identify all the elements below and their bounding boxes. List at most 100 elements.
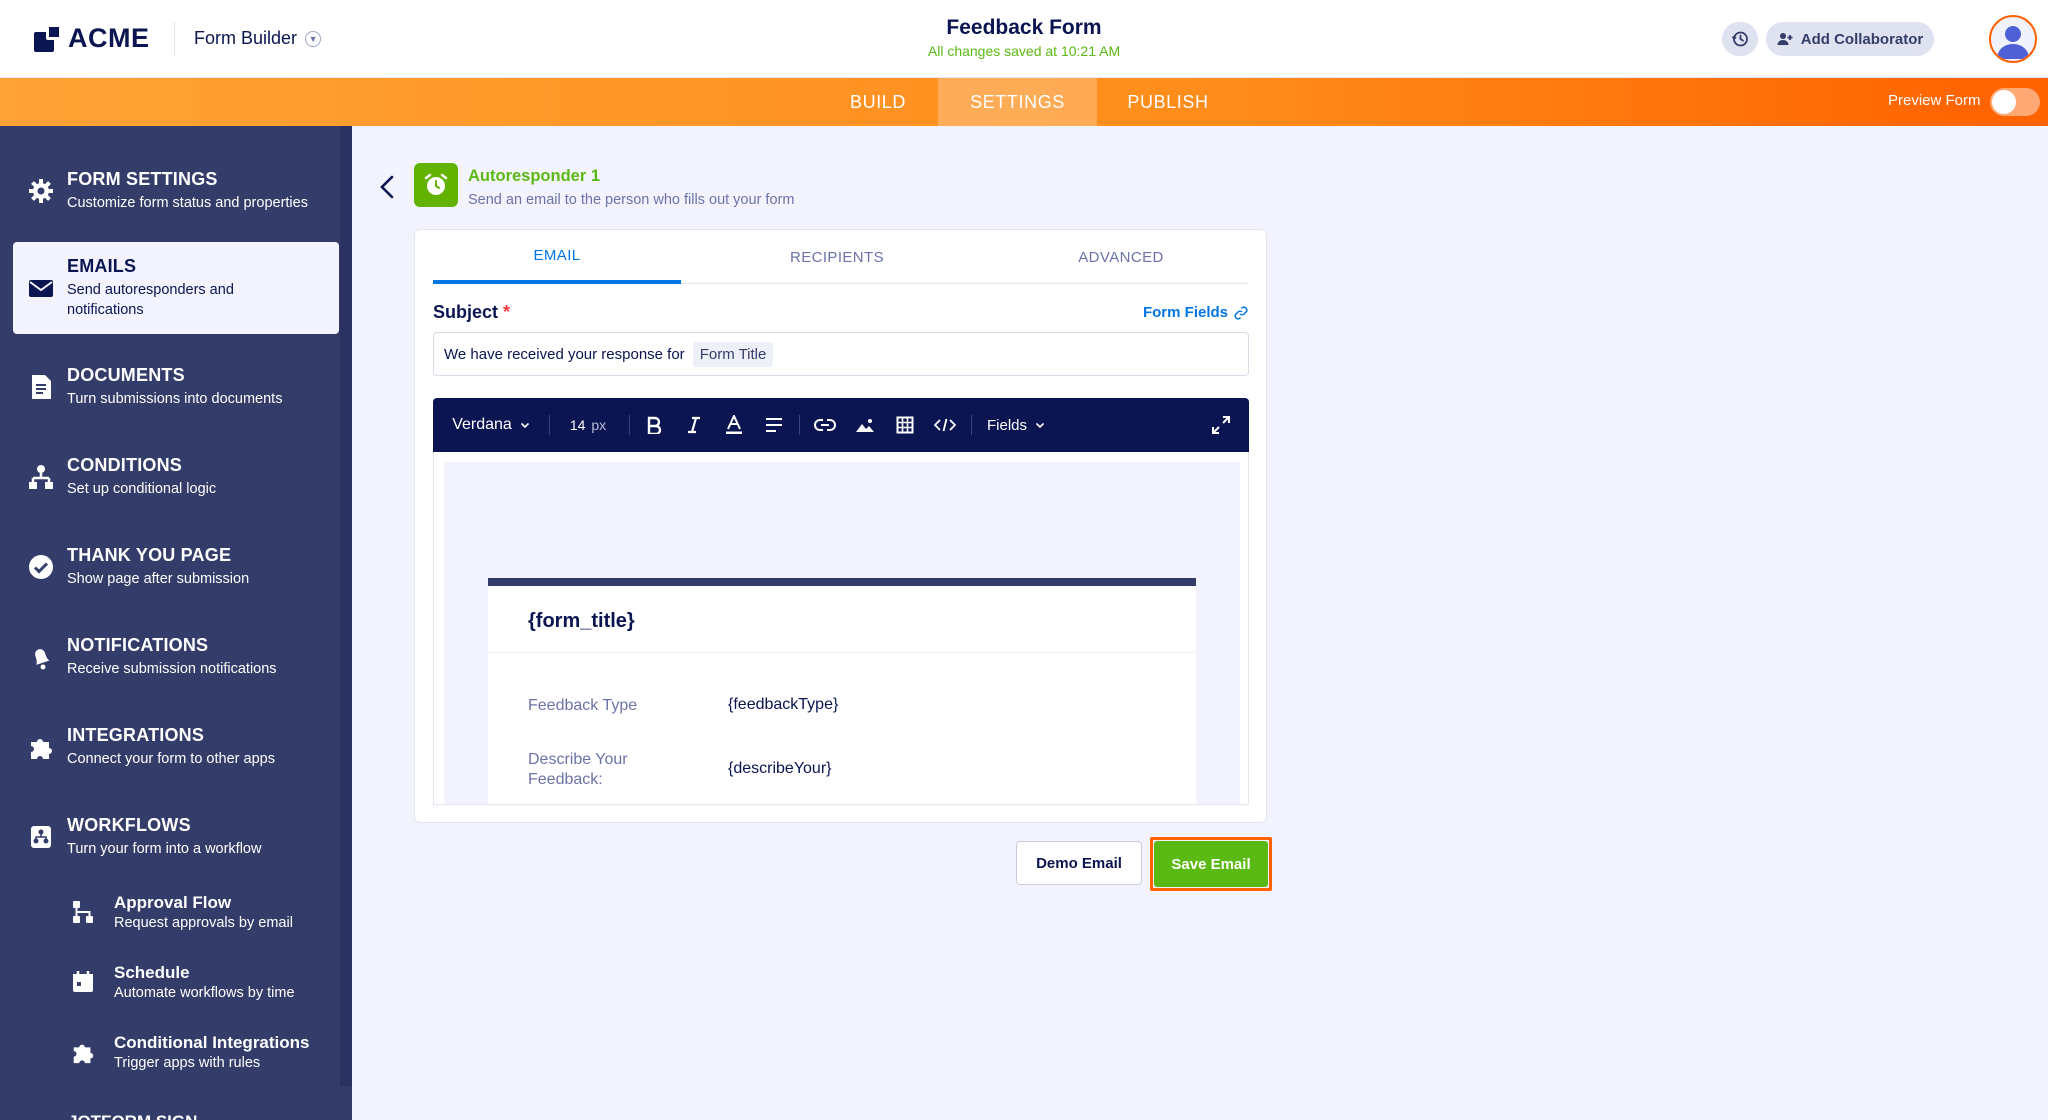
- toolbar-divider: [629, 415, 630, 435]
- font-family-select[interactable]: Verdana: [443, 398, 539, 452]
- source-code-button[interactable]: [929, 398, 961, 452]
- gear-icon: [29, 179, 53, 203]
- toolbar-divider: [799, 415, 800, 435]
- tab-advanced[interactable]: ADVANCED: [997, 230, 1245, 284]
- email-preview-canvas: {form_title} Feedback Type {feedbackType…: [444, 462, 1240, 804]
- builder-nav: BUILD SETTINGS PUBLISH Preview Form: [0, 78, 2048, 126]
- align-button[interactable]: [759, 398, 789, 452]
- product-switcher[interactable]: Form Builder ▼: [194, 28, 322, 49]
- chevron-left-icon: [380, 175, 394, 199]
- tab-recipients[interactable]: RECIPIENTS: [713, 230, 961, 284]
- form-fields-link[interactable]: Form Fields: [1143, 304, 1248, 321]
- sidebar-item-desc: Send autoresponders and notifications: [67, 282, 234, 318]
- subject-input[interactable]: We have received your response for Form …: [433, 332, 1249, 376]
- insert-table-button[interactable]: [889, 398, 921, 452]
- calendar-icon: [73, 971, 93, 992]
- bell-icon: [35, 649, 50, 670]
- sidebar-item-workflows[interactable]: WORKFLOWS Turn your form into a workflow: [13, 792, 339, 882]
- save-email-button[interactable]: Save Email: [1154, 841, 1268, 887]
- font-size-input[interactable]: 14 px: [561, 398, 615, 452]
- fields-label: Fields: [986, 416, 1027, 434]
- logo-text: ACME: [68, 22, 150, 53]
- field-value: {feedbackType}: [728, 696, 839, 713]
- fullscreen-button[interactable]: [1203, 398, 1239, 452]
- insert-image-button[interactable]: [849, 398, 881, 452]
- sidebar-item-notifications[interactable]: NOTIFICATIONS Receive submission notifica…: [13, 612, 339, 702]
- tab-build[interactable]: BUILD: [818, 78, 938, 126]
- tab-settings[interactable]: SETTINGS: [938, 78, 1097, 126]
- sidebar-item-integrations[interactable]: INTEGRATIONS Connect your form to other a…: [13, 702, 339, 792]
- acme-logo[interactable]: ACME: [34, 20, 150, 56]
- add-collaborator-button[interactable]: Add Collaborator: [1766, 22, 1934, 56]
- user-avatar-icon: [1997, 26, 2029, 59]
- preview-form-toggle[interactable]: [1990, 88, 2040, 116]
- approval-flow-icon: [73, 901, 93, 923]
- sidebar-item-emails[interactable]: EMAILS Send autoresponders and notificati…: [13, 242, 339, 334]
- sidebar-item-conditions[interactable]: CONDITIONS Set up conditional logic: [13, 432, 339, 522]
- sidebar-item-desc: Show page after submission: [67, 571, 250, 587]
- settings-sidebar: FORM SETTINGS Customize form status and p…: [0, 126, 352, 1120]
- autoresponder-icon-tile: [414, 163, 458, 207]
- back-button[interactable]: [376, 172, 400, 202]
- history-icon: [1731, 31, 1748, 47]
- font-family-value: Verdana: [452, 416, 512, 433]
- link-icon: [814, 419, 836, 431]
- sidebar-item-thank-you-page[interactable]: THANK YOU PAGE Show page after submission: [13, 522, 339, 612]
- expand-icon: [1212, 416, 1230, 434]
- sidebar-item-title: THANK YOU PAGE: [67, 545, 232, 565]
- sidebar-item-desc: Connect your form to other apps: [67, 751, 275, 767]
- bold-icon: [647, 416, 662, 434]
- history-button[interactable]: [1722, 22, 1758, 56]
- sidebar-item-desc: Set up conditional logic: [67, 481, 217, 497]
- autoresponder-desc: Send an email to the person who fills ou…: [468, 192, 795, 208]
- link-icon: [1234, 305, 1248, 320]
- email-editor-panel: EMAIL RECIPIENTS ADVANCED Subject * Form…: [414, 229, 1267, 823]
- email-body-editor[interactable]: {form_title} Feedback Type {feedbackType…: [433, 452, 1249, 805]
- autoresponder-title: Autoresponder 1: [468, 167, 601, 185]
- sidebar-item-cut-off[interactable]: JOTFORM SIGN: [68, 1112, 197, 1120]
- table-icon: [896, 416, 914, 434]
- sidebar-subitem-schedule[interactable]: Schedule Automate workflows by time: [70, 952, 340, 1012]
- sidebar-subitem-desc: Trigger apps with rules: [114, 1055, 261, 1071]
- form-title-chip[interactable]: Form Title: [692, 341, 774, 367]
- image-icon: [856, 419, 874, 432]
- sidebar-item-desc: Turn your form into a workflow: [67, 841, 262, 857]
- sidebar-item-documents[interactable]: DOCUMENTS Turn submissions into documents: [13, 342, 339, 432]
- insert-link-button[interactable]: [809, 398, 841, 452]
- rich-text-toolbar: Verdana 14 px Fields: [433, 398, 1249, 452]
- text-color-button[interactable]: [719, 398, 749, 452]
- avatar[interactable]: [1989, 15, 2037, 63]
- sidebar-item-desc: Customize form status and properties: [67, 195, 308, 211]
- sidebar-scrollbar[interactable]: [340, 126, 352, 1086]
- tab-publish[interactable]: PUBLISH: [1097, 78, 1239, 126]
- bold-button[interactable]: [639, 398, 669, 452]
- sidebar-subitem-conditional-integrations[interactable]: Conditional Integrations Trigger apps wit…: [70, 1022, 340, 1082]
- fields-dropdown[interactable]: Fields: [981, 398, 1051, 452]
- sidebar-subitem-approval-flow[interactable]: Approval Flow Request approvals by email: [70, 882, 340, 942]
- sidebar-subitem-title: Conditional Integrations: [114, 1033, 310, 1052]
- font-size-value: 14: [569, 417, 586, 433]
- align-left-icon: [766, 418, 782, 432]
- field-value: {describeYour}: [728, 760, 832, 777]
- sidebar-item-title: NOTIFICATIONS: [67, 635, 209, 655]
- alarm-clock-icon: [424, 173, 448, 195]
- header-divider: [174, 22, 175, 56]
- conditions-icon: [29, 465, 53, 489]
- sidebar-item-form-settings[interactable]: FORM SETTINGS Customize form status and p…: [13, 146, 339, 236]
- code-icon: [934, 418, 956, 432]
- puzzle-icon: [31, 739, 52, 759]
- sidebar-item-title: CONDITIONS: [67, 455, 183, 475]
- sidebar-item-title: FORM SETTINGS: [67, 169, 218, 189]
- italic-button[interactable]: [679, 398, 709, 452]
- tab-email[interactable]: EMAIL: [433, 230, 681, 284]
- form-fields-label: Form Fields: [1142, 304, 1228, 321]
- chevron-down-icon: ▼: [305, 30, 322, 47]
- text-color-icon: [726, 415, 742, 434]
- sidebar-item-title: DOCUMENTS: [67, 365, 185, 385]
- email-template-card: {form_title} Feedback Type {feedbackType…: [488, 578, 1196, 804]
- italic-icon: [688, 416, 700, 434]
- demo-email-button[interactable]: Demo Email: [1016, 841, 1142, 885]
- sidebar-subitem-title: Approval Flow: [114, 893, 232, 912]
- field-label: Describe Your Feedback:: [528, 751, 628, 788]
- check-circle-icon: [29, 555, 53, 579]
